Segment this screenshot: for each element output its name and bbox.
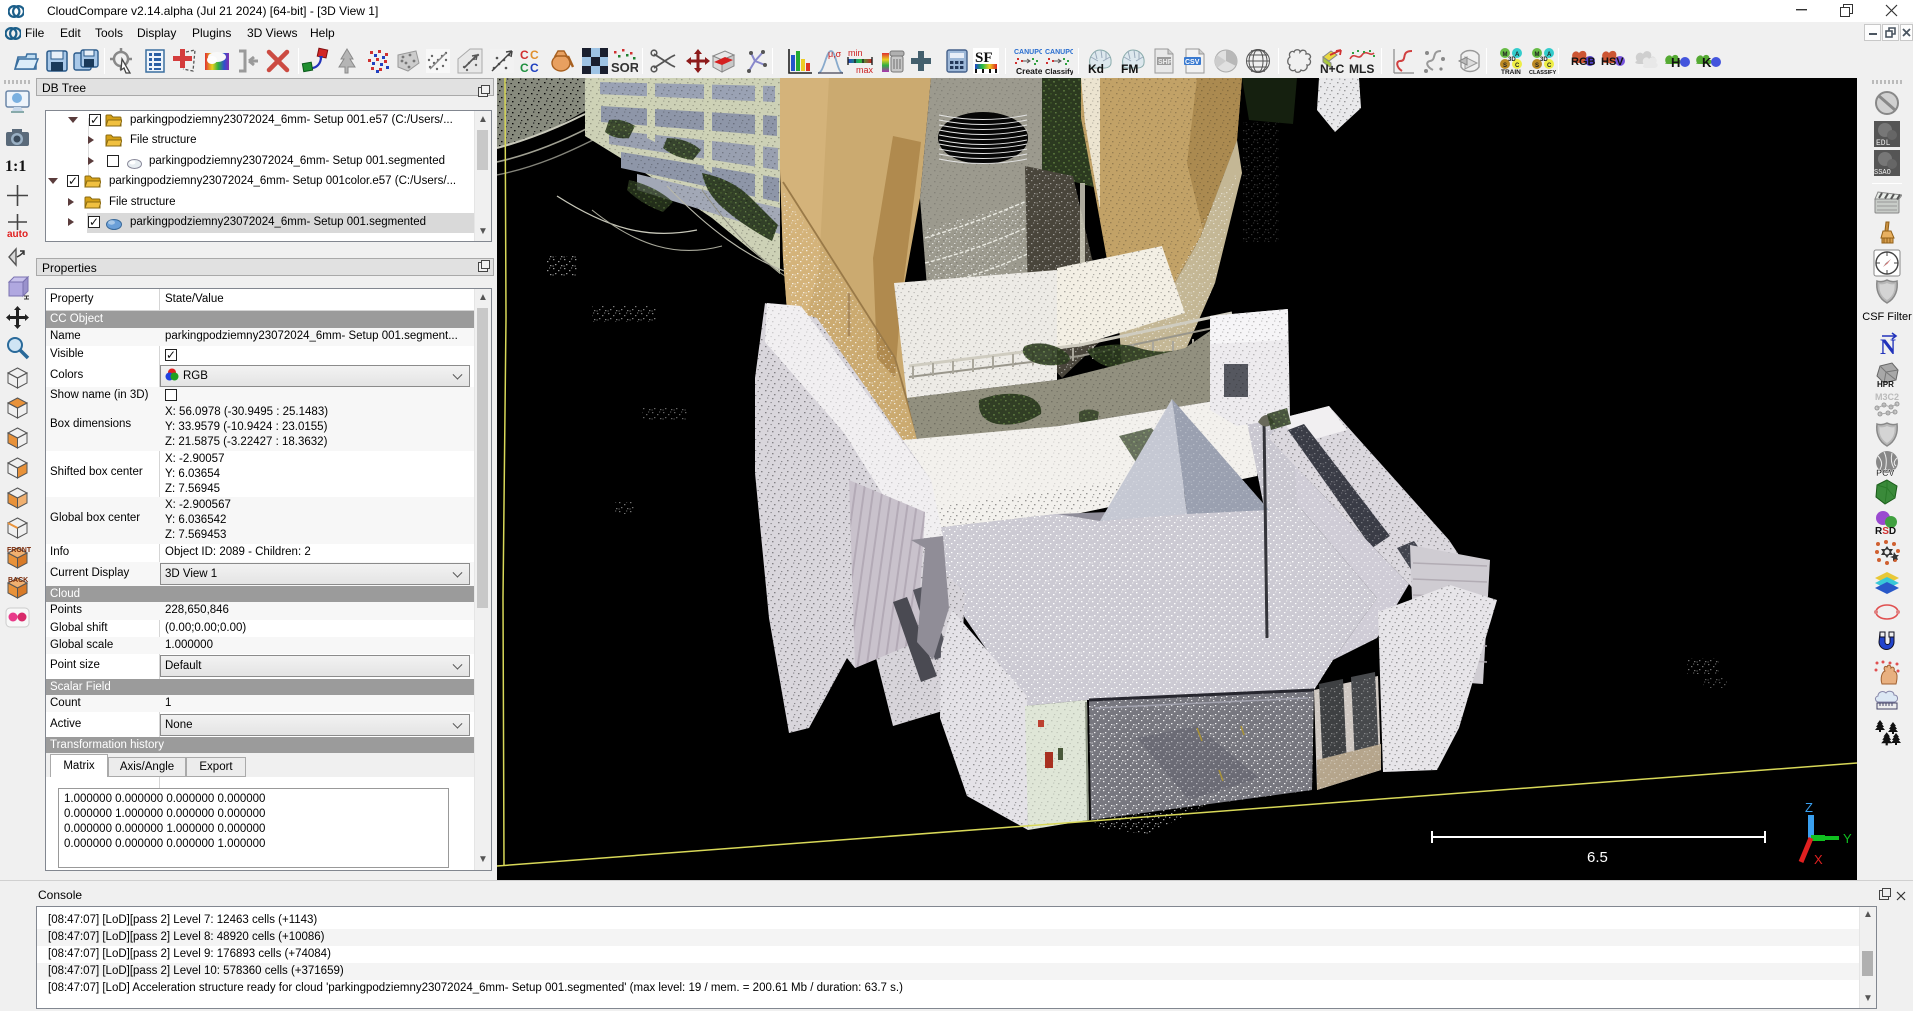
svg-text:3D: 3D xyxy=(1508,57,1516,63)
svg-text:A: A xyxy=(1515,52,1520,58)
svg-text:SHP: SHP xyxy=(1158,59,1173,66)
svg-text:CANUPO: CANUPO xyxy=(1014,49,1042,56)
svg-text:Z: Z xyxy=(1805,800,1813,815)
svg-text:RGB: RGB xyxy=(1571,56,1596,68)
svg-text:K: K xyxy=(1702,55,1712,70)
svg-text:S: S xyxy=(1535,63,1539,69)
svg-text:max: max xyxy=(856,65,874,75)
svg-text:CLASSIFY: CLASSIFY xyxy=(1529,70,1557,75)
svg-text:auto: auto xyxy=(7,229,28,239)
svg-text:Create: Create xyxy=(1016,66,1042,75)
svg-text:C: C xyxy=(520,48,529,62)
svg-text:FRONT: FRONT xyxy=(7,547,31,554)
svg-text:6.5: 6.5 xyxy=(1587,849,1608,866)
svg-text:A: A xyxy=(1547,52,1552,58)
svg-text:RSD: RSD xyxy=(1875,526,1896,537)
svg-text:M: M xyxy=(1503,52,1508,58)
svg-text:C: C xyxy=(530,61,539,75)
svg-text:N+C: N+C xyxy=(1320,62,1345,75)
svg-text:EDL: EDL xyxy=(1876,139,1891,148)
svg-text:C: C xyxy=(530,48,539,62)
svg-text:Classify: Classify xyxy=(1045,67,1073,75)
svg-text:HSV: HSV xyxy=(1601,56,1624,68)
svg-text:SSAO: SSAO xyxy=(1874,169,1891,177)
svg-text:C: C xyxy=(1547,63,1552,69)
svg-text:M: M xyxy=(1535,52,1540,58)
svg-text:C: C xyxy=(520,61,529,75)
svg-text:MLS: MLS xyxy=(1349,62,1374,75)
svg-text:CSV: CSV xyxy=(1185,59,1200,66)
svg-text:X: X xyxy=(1814,852,1823,867)
svg-text:M3C2: M3C2 xyxy=(1875,392,1899,402)
svg-text:TRAIN: TRAIN xyxy=(1501,69,1521,75)
svg-text:HPR: HPR xyxy=(1877,380,1894,389)
svg-text:BACK: BACK xyxy=(8,577,28,584)
svg-text:μ,σ: μ,σ xyxy=(828,49,842,59)
svg-text:SOR: SOR xyxy=(611,60,638,75)
svg-text:SF: SF xyxy=(975,50,993,66)
svg-text:1:1: 1:1 xyxy=(5,158,26,175)
svg-text:min: min xyxy=(848,48,863,58)
svg-text:CANUPO: CANUPO xyxy=(1045,49,1073,56)
svg-text:Y: Y xyxy=(1843,831,1852,846)
svg-text:PCV: PCV xyxy=(1876,468,1895,478)
svg-text:3D: 3D xyxy=(1540,57,1548,63)
svg-text:H: H xyxy=(1671,55,1680,70)
svg-text:FM: FM xyxy=(1121,62,1138,75)
svg-text:Kd: Kd xyxy=(1088,62,1104,75)
